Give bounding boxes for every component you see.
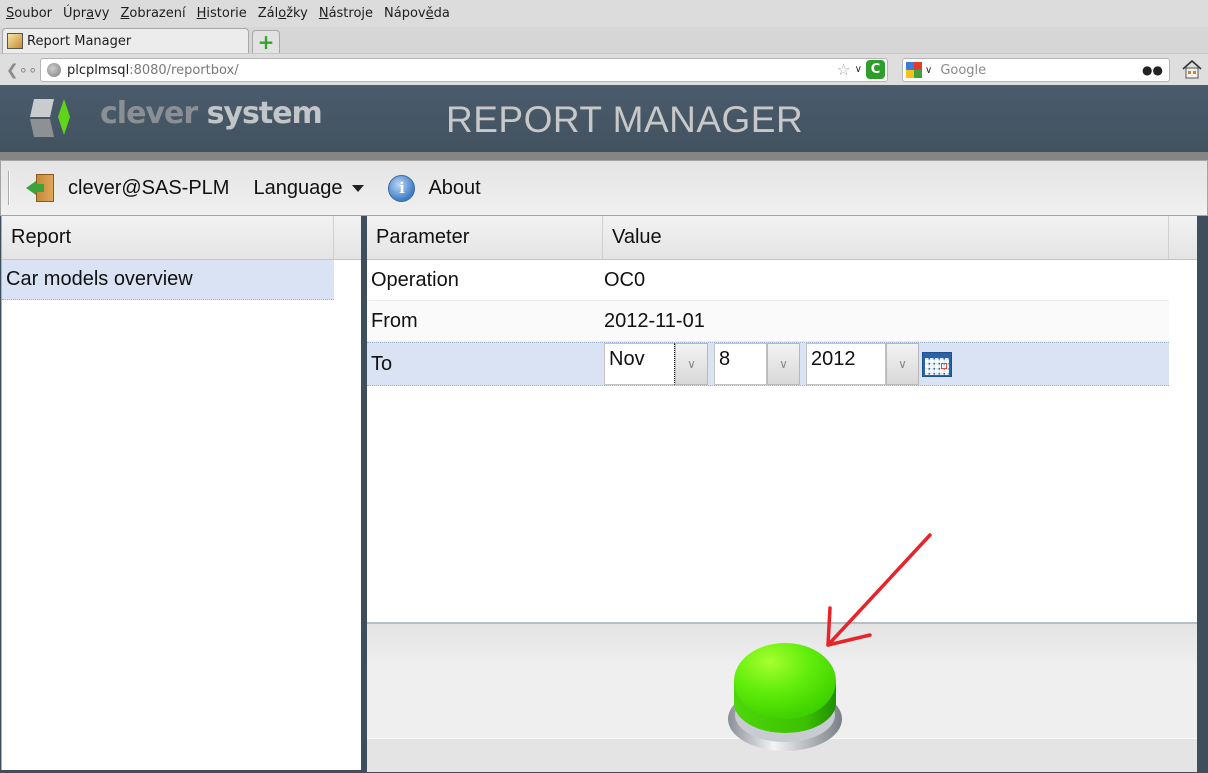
language-label: Language [253, 176, 343, 199]
chevron-down-icon[interactable]: ∨ [675, 343, 708, 385]
home-icon [1182, 59, 1202, 79]
parameter-grid-header: Parameter Value [367, 216, 1197, 260]
clever-system-logo-icon [30, 99, 70, 137]
back-arrow-icon: ❮∘∘ [6, 61, 38, 79]
binoculars-icon[interactable]: ●● [1142, 63, 1163, 77]
day-select[interactable]: 8 ∨ [714, 343, 800, 385]
info-icon[interactable]: i [388, 174, 416, 202]
menu-item-nápověda[interactable]: Nápověda [384, 6, 450, 21]
run-report-button[interactable] [726, 641, 844, 753]
url-path: :8080/reportbox/ [129, 62, 239, 78]
home-button[interactable] [1180, 57, 1204, 81]
menu-item-nástroje[interactable]: Nástroje [319, 6, 373, 21]
day-value[interactable]: 8 [714, 343, 767, 385]
browser-menubar: Soubor Úpravy Zobrazení Historie Záložky Nást… [0, 0, 1208, 27]
button-top [734, 643, 836, 719]
month-value[interactable]: Nov [604, 343, 675, 385]
parameter-name: To [371, 352, 393, 375]
plus-icon: + [257, 30, 275, 54]
parameter-grid: Parameter Value Operation OC0 From 2012-… [367, 216, 1197, 622]
user-logout-button[interactable]: clever@SAS-PLM [68, 177, 229, 200]
parameter-value: 2012-11-01 [604, 309, 705, 332]
search-input[interactable]: Google [940, 63, 986, 78]
toolbar-grip [8, 171, 10, 205]
year-value[interactable]: 2012 [806, 343, 886, 385]
parameter-row-to[interactable]: To Nov ∨ 8 ∨ 2012 ∨ [367, 342, 1169, 386]
parameter-value: OC0 [604, 268, 646, 291]
report-list-header: Report [2, 216, 361, 260]
star-icon[interactable]: ☆ [836, 60, 850, 79]
column-header-parameter[interactable]: Parameter [367, 216, 603, 259]
url-host: plcplmsql [67, 62, 130, 78]
parameter-row-operation[interactable]: Operation OC0 [367, 260, 1169, 301]
back-button[interactable]: ❮∘∘ [6, 59, 37, 81]
favicon-icon [7, 33, 23, 49]
menu-item-historie[interactable]: Historie [197, 6, 247, 21]
menu-item-soubor[interactable]: Soubor [6, 6, 52, 21]
report-list-item[interactable]: Car models overview [2, 260, 334, 300]
globe-icon [47, 63, 61, 77]
parameter-row-from[interactable]: From 2012-11-01 [367, 301, 1169, 342]
column-header-value[interactable]: Value [603, 216, 1169, 259]
chevron-down-icon[interactable]: ∨ [855, 64, 862, 75]
column-header-report[interactable]: Report [2, 216, 334, 259]
year-select[interactable]: 2012 ∨ [806, 343, 919, 385]
menu-item-úpravy[interactable]: Úpravy [63, 6, 109, 21]
about-button[interactable]: About [428, 177, 480, 200]
app-toolbar: clever@SAS-PLM Language i About [0, 160, 1208, 216]
browser-tabbar: Report Manager + [0, 27, 1208, 53]
search-bar[interactable]: ∨ Google ●● [902, 58, 1170, 82]
calendar-icon[interactable] [922, 351, 952, 377]
tab-title: Report Manager [27, 33, 132, 49]
browser-tab-report-manager[interactable]: Report Manager [2, 28, 249, 53]
reload-icon[interactable]: C [866, 60, 885, 79]
language-menu[interactable]: Language [253, 176, 365, 200]
menu-item-zobrazení[interactable]: Zobrazení [121, 6, 186, 21]
chevron-down-icon[interactable]: ∨ [886, 343, 919, 385]
url-bar[interactable]: plcplmsql:8080/reportbox/ ☆ ∨ C [40, 58, 888, 82]
logo-word-clever: clever [100, 96, 198, 131]
parameter-name: Operation [371, 268, 459, 291]
google-icon[interactable] [906, 62, 922, 78]
month-select[interactable]: Nov ∨ [604, 343, 708, 385]
menu-item-záložky[interactable]: Záložky [258, 6, 308, 21]
chevron-down-icon[interactable]: ∨ [925, 65, 932, 76]
logo-text: clever system [100, 96, 323, 131]
report-list-panel: Report Car models overview [1, 216, 361, 770]
chevron-down-icon[interactable]: ∨ [767, 343, 800, 385]
header-divider [0, 152, 1208, 160]
logout-door-icon[interactable] [26, 173, 56, 203]
date-picker: Nov ∨ 8 ∨ 2012 ∨ [604, 343, 1169, 385]
browser-navbar: ❮∘∘ plcplmsql:8080/reportbox/ ☆ ∨ C ∨ Go… [0, 53, 1208, 85]
new-tab-button[interactable]: + [252, 30, 280, 53]
parameter-name: From [371, 309, 418, 332]
logo-word-system: system [206, 96, 323, 131]
page-title: REPORT MANAGER [446, 99, 804, 140]
dropdown-triangle-icon [352, 184, 365, 192]
app-header: clever system REPORT MANAGER [0, 85, 1208, 152]
